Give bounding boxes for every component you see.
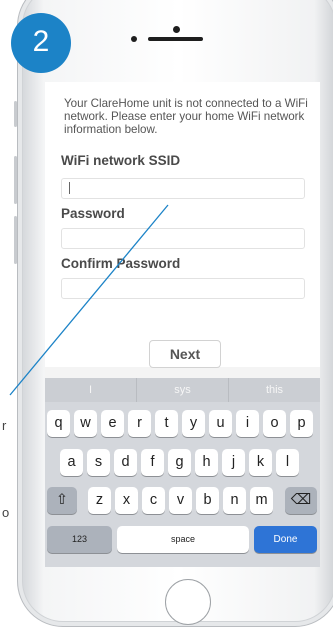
cropped-text-fragment-2: o — [2, 505, 10, 520]
cropped-text-fragment-1: r — [2, 418, 7, 433]
pointer-line — [9, 204, 169, 396]
annotation-line — [9, 204, 169, 396]
